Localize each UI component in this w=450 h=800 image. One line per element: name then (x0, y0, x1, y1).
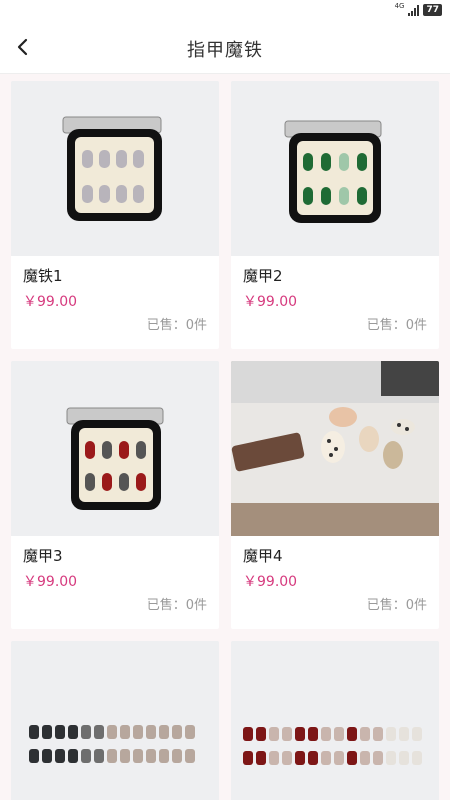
product-image (231, 641, 439, 800)
network-label: 4G (394, 2, 405, 10)
product-image (11, 641, 219, 800)
status-indicators: 4G 77 (394, 2, 442, 16)
product-image (231, 81, 439, 256)
product-name: 魔甲4 (243, 547, 283, 565)
product-price: ￥99.00 (23, 294, 78, 310)
product-card[interactable]: 魔铁1 ￥99.00 已售：0件 (11, 81, 219, 349)
product-card[interactable]: 魔甲2 ￥99.00 已售：0件 (231, 81, 439, 349)
product-name: 魔甲2 (243, 267, 283, 285)
signal-icon (408, 4, 420, 16)
product-name: 魔铁1 (23, 267, 63, 285)
product-image (11, 361, 219, 536)
nav-bar: 指甲魔铁 (0, 22, 450, 74)
product-price: ￥99.00 (243, 294, 298, 310)
product-price: ￥99.00 (243, 574, 298, 590)
product-price: ￥99.00 (23, 574, 78, 590)
product-card[interactable] (231, 641, 439, 800)
product-sold-count: 已售：0件 (366, 598, 427, 613)
product-name: 魔甲3 (23, 547, 63, 565)
product-card[interactable] (11, 641, 219, 800)
product-sold-count: 已售：0件 (146, 318, 207, 333)
product-image (231, 361, 439, 536)
product-card[interactable]: 魔甲4 ￥99.00 已售：0件 (231, 361, 439, 629)
product-image (11, 81, 219, 256)
status-bar: 4G 77 (0, 0, 450, 22)
page-title: 指甲魔铁 (187, 40, 263, 61)
product-sold-count: 已售：0件 (146, 598, 207, 613)
battery-icon: 77 (423, 4, 442, 16)
product-card[interactable]: 魔甲3 ￥99.00 已售：0件 (11, 361, 219, 629)
product-sold-count: 已售：0件 (366, 318, 427, 333)
